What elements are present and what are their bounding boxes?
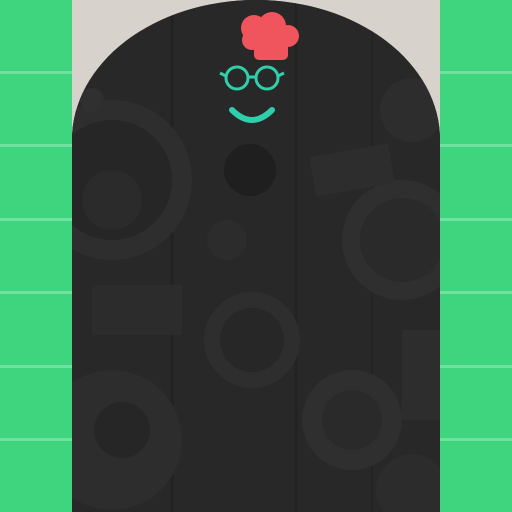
panel-tile xyxy=(440,0,512,74)
panel-tile xyxy=(0,294,72,368)
panel-tile xyxy=(0,368,72,442)
panel-tile xyxy=(0,74,72,148)
left-green-panel xyxy=(0,0,72,512)
panel-tile xyxy=(440,147,512,221)
panel-tile xyxy=(440,294,512,368)
smile-icon xyxy=(229,107,275,123)
dark-bowl-shadow xyxy=(224,144,276,196)
panel-tile xyxy=(440,368,512,442)
panel-tile xyxy=(440,74,512,148)
panel-tile xyxy=(440,221,512,295)
panel-tile xyxy=(0,221,72,295)
right-green-panel xyxy=(440,0,512,512)
panel-tile xyxy=(0,0,72,74)
splash-screen xyxy=(72,0,440,512)
glasses-icon xyxy=(219,65,285,91)
panel-tile xyxy=(440,441,512,512)
panel-tile xyxy=(0,441,72,512)
chef-hat-icon xyxy=(241,12,299,60)
panel-tile xyxy=(0,147,72,221)
chef-face-logo-icon xyxy=(219,12,299,123)
